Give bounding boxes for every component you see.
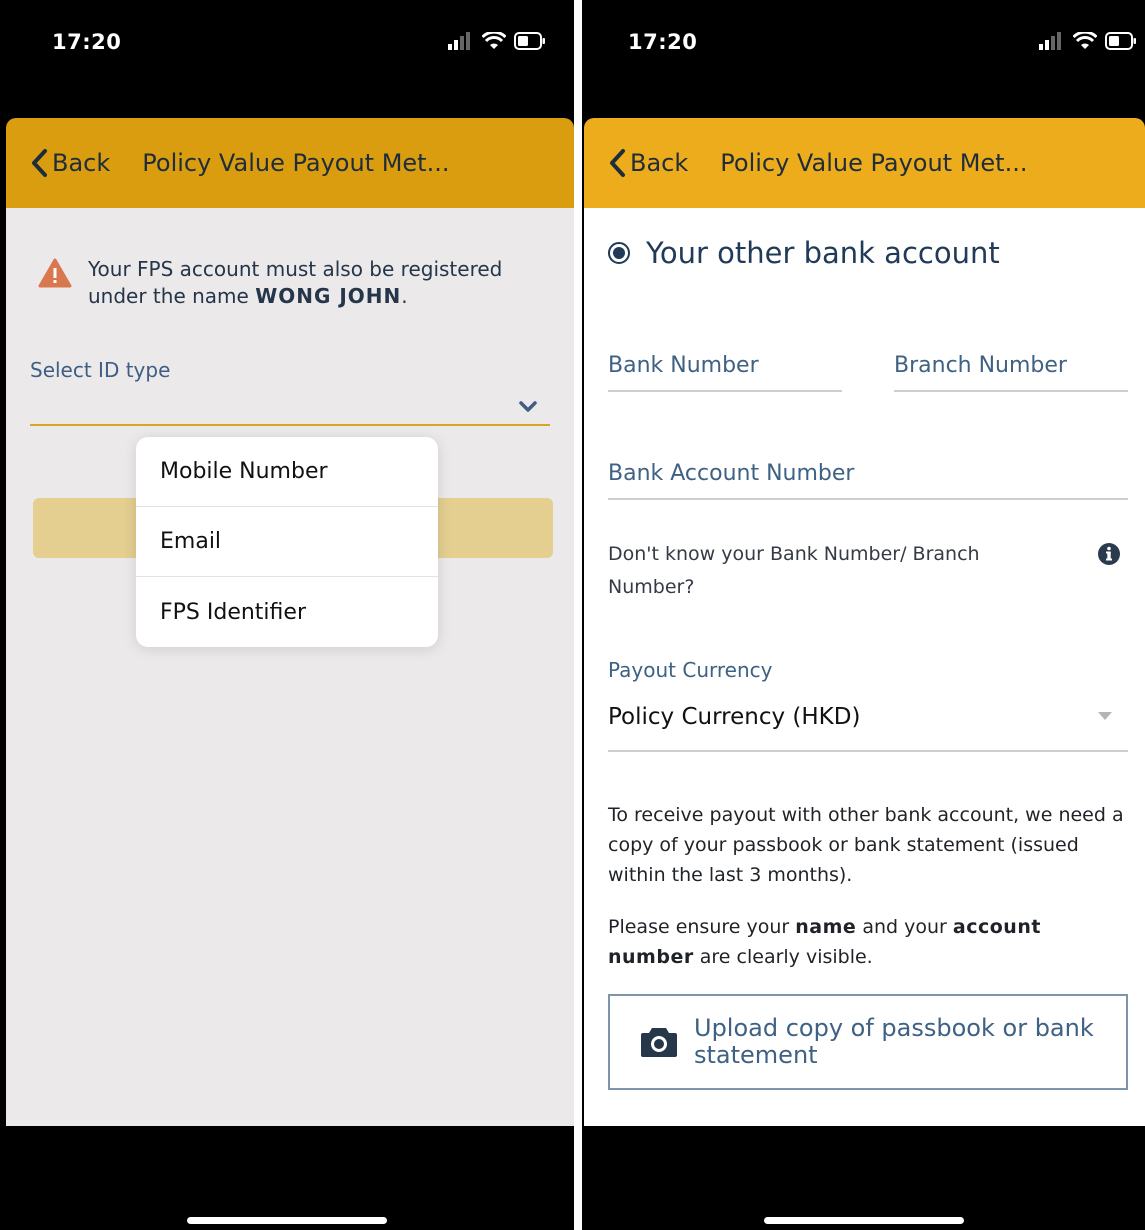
warning-icon xyxy=(38,258,72,288)
instruction-part: are clearly visible. xyxy=(693,946,873,968)
wifi-icon xyxy=(1073,32,1097,49)
warning-text: Your FPS account must also be registered… xyxy=(88,256,518,310)
bottom-bar xyxy=(582,1126,1145,1230)
option-email[interactable]: Email xyxy=(136,507,438,577)
passbook-requirement-text: To receive payout with other bank accoun… xyxy=(608,804,1124,886)
other-bank-account-label: Your other bank account xyxy=(646,236,1000,270)
status-time: 17:20 xyxy=(52,30,122,54)
signal-icon xyxy=(448,32,470,50)
id-type-dropdown: Mobile Number Email FPS Identifier xyxy=(136,437,438,647)
chevron-left-icon xyxy=(32,149,47,177)
main-content: Your other bank account Bank Number Bran… xyxy=(584,208,1145,1126)
battery-icon xyxy=(1105,32,1136,50)
upload-label: Upload copy of passbook or bank statemen… xyxy=(694,1014,1094,1069)
bank-number-placeholder: Bank Number xyxy=(608,353,759,378)
instruction-part: and your xyxy=(856,916,953,938)
camera-icon xyxy=(641,1028,677,1057)
warning-suffix: . xyxy=(401,284,408,308)
chevron-left-icon xyxy=(610,149,625,177)
status-bar: 17:20 xyxy=(582,0,1145,118)
status-icons xyxy=(1039,32,1137,50)
back-label: Back xyxy=(52,149,111,177)
signal-icon xyxy=(1039,32,1061,50)
status-icons xyxy=(448,32,546,50)
id-type-select[interactable] xyxy=(30,390,550,426)
bank-number-input[interactable]: Bank Number xyxy=(608,328,842,392)
bottom-bar xyxy=(0,1126,574,1230)
back-button[interactable]: Back xyxy=(608,148,688,178)
status-time: 17:20 xyxy=(628,30,698,54)
caret-down-icon xyxy=(1098,712,1112,720)
page-title: Policy Value Payout Met... xyxy=(720,149,1028,177)
battery-icon xyxy=(514,32,545,50)
branch-number-placeholder: Branch Number xyxy=(894,353,1067,378)
main-content: Your FPS account must also be registered… xyxy=(6,208,574,1126)
home-indicator[interactable] xyxy=(763,1217,964,1224)
id-type-label: Select ID type xyxy=(30,358,171,382)
left-phone-screen: 17:20 Back Policy Value Payout Met... Yo… xyxy=(0,0,574,1230)
instruction-part: Please ensure your xyxy=(608,916,796,938)
upload-passbook-button[interactable]: Upload copy of passbook or bank statemen… xyxy=(608,994,1128,1090)
wifi-icon xyxy=(482,32,506,49)
payout-currency-select[interactable]: Policy Currency (HKD) xyxy=(608,692,1128,752)
payout-currency-value: Policy Currency (HKD) xyxy=(608,704,861,730)
back-button[interactable]: Back xyxy=(30,148,110,178)
app-header: Back Policy Value Payout Met... xyxy=(584,118,1145,208)
fps-warning: Your FPS account must also be registered… xyxy=(38,256,518,310)
account-holder-name: WONG JOHN xyxy=(255,284,402,308)
option-mobile-number[interactable]: Mobile Number xyxy=(136,437,438,507)
payout-currency-label: Payout Currency xyxy=(608,658,773,682)
branch-number-input[interactable]: Branch Number xyxy=(894,328,1128,392)
instruction-emphasis-name: name xyxy=(795,916,857,938)
right-phone-screen: 17:20 Back Policy Value Payout Met... Yo… xyxy=(582,0,1145,1230)
visibility-instruction-text: Please ensure your name and your account… xyxy=(608,912,1128,972)
info-icon[interactable] xyxy=(1097,542,1121,566)
status-bar: 17:20 xyxy=(0,0,574,118)
radio-selected-icon xyxy=(608,242,630,264)
bank-account-number-input[interactable]: Bank Account Number xyxy=(608,436,1128,500)
bank-account-number-placeholder: Bank Account Number xyxy=(608,461,855,486)
app-header: Back Policy Value Payout Met... xyxy=(6,118,574,208)
other-bank-account-option[interactable]: Your other bank account xyxy=(608,236,1000,270)
home-indicator[interactable] xyxy=(187,1217,387,1224)
bank-number-help-text: Don't know your Bank Number/ Branch Numb… xyxy=(608,543,980,598)
page-title: Policy Value Payout Met... xyxy=(142,149,450,177)
option-fps-identifier[interactable]: FPS Identifier xyxy=(136,577,438,647)
chevron-down-icon xyxy=(519,401,537,412)
back-label: Back xyxy=(630,149,689,177)
